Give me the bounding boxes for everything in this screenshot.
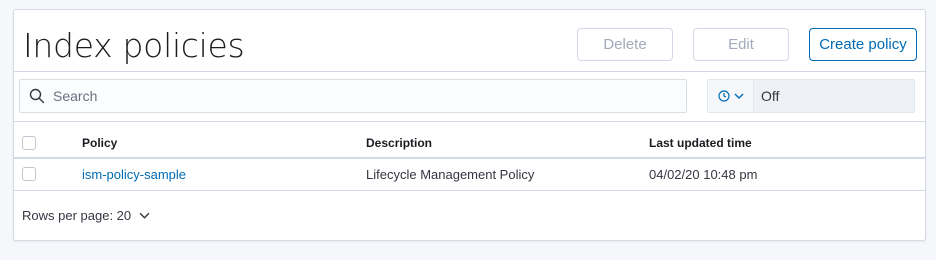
search-box[interactable] [19, 79, 687, 113]
refresh-interval-value: Off [761, 88, 780, 104]
search-icon [29, 88, 45, 104]
search-input[interactable] [53, 88, 653, 104]
table-header-divider [14, 157, 925, 159]
select-all-checkbox[interactable] [22, 136, 36, 150]
policy-last-updated: 04/02/20 10:48 pm [649, 167, 758, 182]
create-policy-button[interactable]: Create policy [809, 28, 917, 61]
toolbar-divider [14, 121, 925, 122]
refresh-interval-picker[interactable] [708, 80, 754, 112]
chevron-down-icon [734, 93, 743, 99]
row-divider [14, 190, 925, 191]
header-divider [14, 71, 925, 72]
policy-link[interactable]: ism-policy-sample [82, 167, 186, 182]
policy-description: Lifecycle Management Policy [366, 167, 535, 182]
delete-button[interactable]: Delete [577, 28, 673, 61]
column-header-description[interactable]: Description [366, 136, 432, 150]
index-policies-panel: Index policies Delete Edit Create policy… [13, 9, 926, 241]
column-header-last-updated[interactable]: Last updated time [649, 136, 752, 150]
row-checkbox[interactable] [22, 167, 36, 181]
column-header-policy[interactable]: Policy [82, 136, 117, 150]
clock-icon [717, 90, 730, 102]
rows-per-page-selector[interactable]: Rows per page: 20 [22, 208, 150, 223]
refresh-interval-control: Off [707, 79, 915, 113]
edit-button[interactable]: Edit [693, 28, 789, 61]
rows-per-page-label: Rows per page: 20 [22, 208, 132, 223]
page-title: Index policies [23, 26, 245, 65]
chevron-down-icon [139, 212, 150, 219]
